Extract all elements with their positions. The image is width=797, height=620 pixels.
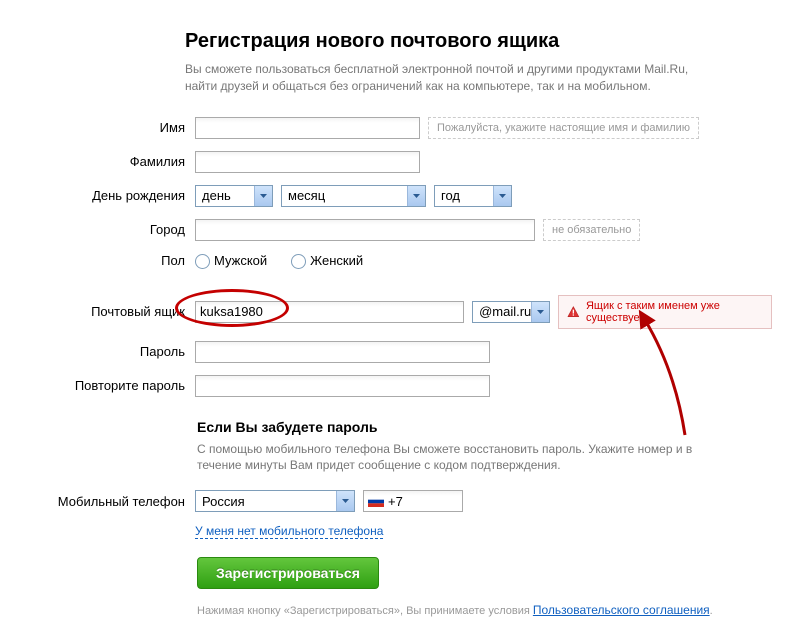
birthday-day-value: день: [202, 188, 231, 203]
mailbox-login-input[interactable]: [195, 301, 464, 323]
gender-male-option[interactable]: Мужской: [195, 253, 267, 269]
chevron-down-icon: [254, 186, 272, 206]
flag-russia-icon: [368, 496, 384, 507]
terms-prefix: Нажимая кнопку «Зарегистрироваться», Вы …: [197, 605, 533, 617]
mailbox-error-text: Ящик с таким именем уже существует: [586, 300, 763, 324]
birthday-year-value: год: [441, 188, 460, 203]
page-subtitle: Вы сможете пользоваться бесплатной элект…: [185, 61, 705, 95]
label-password: Пароль: [25, 344, 195, 359]
phone-prefix: +7: [388, 494, 403, 509]
birthday-month-value: месяц: [288, 188, 325, 203]
chevron-down-icon: [336, 491, 354, 511]
password-repeat-input[interactable]: [195, 375, 490, 397]
no-phone-link[interactable]: У меня нет мобильного телефона: [195, 524, 383, 539]
city-input[interactable]: [195, 219, 535, 241]
radio-icon: [195, 254, 210, 269]
first-name-input[interactable]: [195, 117, 420, 139]
label-mobile: Мобильный телефон: [25, 494, 195, 509]
warning-icon: [567, 305, 580, 319]
phone-number-input[interactable]: +7: [363, 490, 463, 512]
recovery-title: Если Вы забудете пароль: [197, 419, 772, 435]
birthday-day-select[interactable]: день: [195, 185, 273, 207]
page-title: Регистрация нового почтового ящика: [185, 30, 772, 53]
label-first-name: Имя: [25, 120, 195, 135]
name-hint: Пожалуйста, укажите настоящие имя и фами…: [428, 117, 699, 139]
gender-female-option[interactable]: Женский: [291, 253, 363, 269]
birthday-month-select[interactable]: месяц: [281, 185, 426, 207]
label-mailbox: Почтовый ящик: [25, 304, 195, 319]
mailbox-domain-select[interactable]: @mail.ru: [472, 301, 550, 323]
chevron-down-icon: [493, 186, 511, 206]
phone-country-select[interactable]: Россия: [195, 490, 355, 512]
chevron-down-icon: [531, 302, 549, 322]
phone-country-value: Россия: [202, 494, 245, 509]
mailbox-error: Ящик с таким именем уже существует: [558, 295, 772, 329]
label-password-repeat: Повторите пароль: [25, 378, 195, 393]
gender-male-label: Мужской: [214, 253, 267, 268]
radio-icon: [291, 254, 306, 269]
city-hint: не обязательно: [543, 219, 640, 241]
birthday-year-select[interactable]: год: [434, 185, 512, 207]
label-gender: Пол: [25, 253, 195, 268]
chevron-down-icon: [407, 186, 425, 206]
mailbox-domain-value: @mail.ru: [479, 304, 531, 319]
terms-link[interactable]: Пользовательского соглашения: [533, 603, 710, 617]
submit-button[interactable]: Зарегистрироваться: [197, 557, 379, 589]
last-name-input[interactable]: [195, 151, 420, 173]
terms-text: Нажимая кнопку «Зарегистрироваться», Вы …: [197, 603, 772, 617]
gender-female-label: Женский: [310, 253, 363, 268]
label-last-name: Фамилия: [25, 154, 195, 169]
recovery-desc: С помощью мобильного телефона Вы сможете…: [197, 441, 717, 475]
label-birthday: День рождения: [25, 188, 195, 203]
password-input[interactable]: [195, 341, 490, 363]
label-city: Город: [25, 222, 195, 237]
